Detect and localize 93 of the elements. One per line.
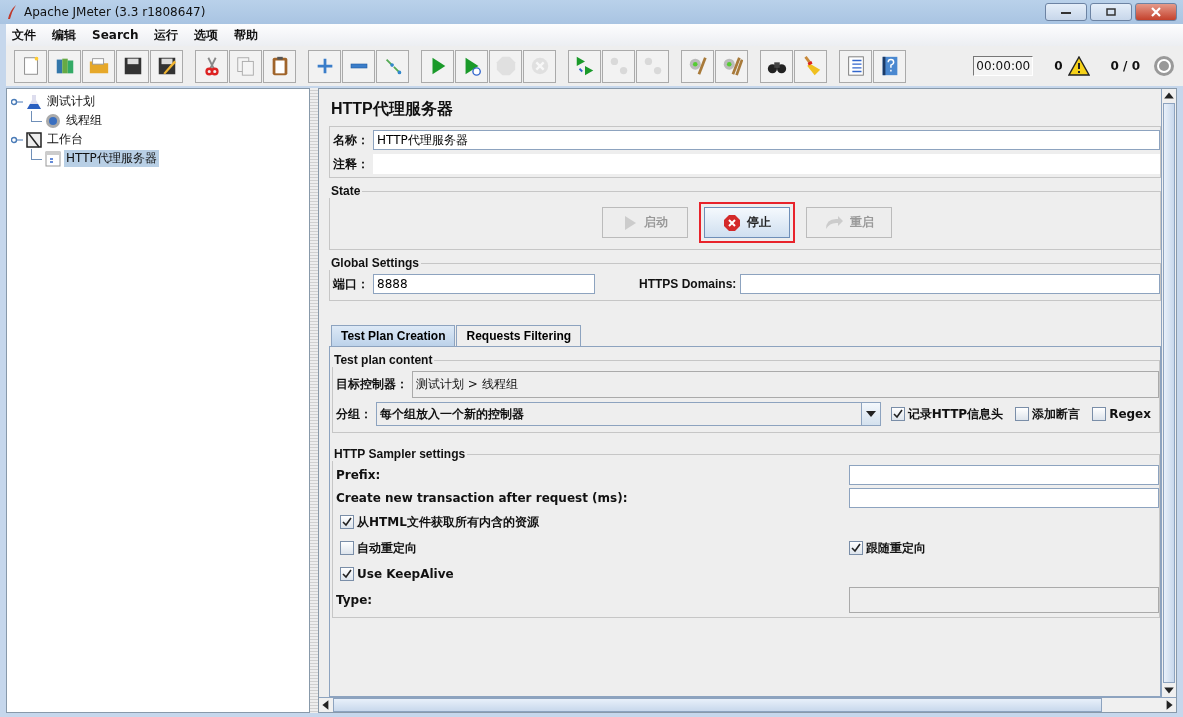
checkbox[interactable] (340, 515, 354, 529)
menu-item[interactable]: 选项 (193, 26, 220, 44)
checkbox-label: 跟随重定向 (866, 539, 926, 557)
vertical-scrollbar[interactable] (1161, 89, 1176, 697)
checkbox-label: Use KeepAlive (357, 567, 454, 581)
group-legend: HTTP Sampler settings (332, 447, 468, 461)
menu-item[interactable]: 帮助 (233, 26, 260, 44)
type-dropdown[interactable] (849, 587, 1159, 613)
flask-icon (26, 93, 42, 110)
toolbar-plus-button[interactable] (308, 49, 341, 83)
checkbox[interactable] (340, 541, 354, 555)
toolbar-remote-play-button[interactable] (568, 49, 601, 83)
gear-icon (45, 112, 61, 129)
group-legend: Global Settings (329, 256, 421, 270)
transaction-delay-field[interactable] (849, 487, 1159, 508)
target-controller-field[interactable]: 测试计划 > 线程组 (412, 371, 1159, 398)
checkbox-label: 从HTML文件获取所有内含的资源 (357, 513, 539, 531)
menu-item[interactable]: 文件 (11, 26, 37, 44)
elapsed-time-display: 00:00:00 (973, 56, 1034, 76)
checkbox[interactable] (340, 567, 354, 581)
toolbar-gear-broom-button[interactable] (681, 49, 714, 83)
checkbox-label: 记录HTTP信息头 (907, 405, 1004, 423)
toolbar-play-button[interactable] (421, 49, 454, 83)
toolbar-books-button[interactable] (48, 49, 81, 83)
port-field[interactable]: 8888 (373, 274, 595, 294)
document-icon (45, 150, 61, 167)
menu-item[interactable]: Search (91, 28, 140, 42)
tab[interactable]: Requests Filtering (456, 325, 582, 346)
feather-icon (6, 4, 18, 20)
checkbox[interactable] (849, 541, 863, 555)
toolbar-gear-brooms-button[interactable] (715, 49, 748, 83)
checkbox-label: 添加断言 (1032, 405, 1081, 423)
warning-count: 0 (1054, 59, 1063, 73)
toolbar-copy-button[interactable] (229, 49, 262, 83)
toolbar-minus-button[interactable] (342, 49, 375, 83)
toolbar-play-timer-button[interactable] (455, 49, 488, 83)
stop-button[interactable]: 停止 (703, 207, 790, 238)
thread-count: 0 / 0 (1110, 59, 1140, 73)
maximize-button[interactable] (1090, 3, 1132, 21)
prefix-field[interactable] (849, 464, 1159, 485)
field-label: Type: (336, 593, 373, 607)
https-domains-field[interactable] (740, 274, 1160, 294)
easel-icon (26, 131, 42, 148)
name-field[interactable]: HTTP代理服务器 (373, 130, 1160, 150)
field-label: HTTPS Domains: (639, 277, 737, 291)
toolbar-help-book-button[interactable] (873, 49, 906, 83)
toolbar-scissors-button[interactable] (195, 49, 228, 83)
field-label: 端口： (333, 275, 369, 293)
copy-icon (234, 55, 257, 77)
status-indicator-icon (1153, 55, 1175, 77)
grouping-dropdown[interactable]: 每个组放入一个新的控制器 (376, 402, 881, 426)
minus-icon (349, 63, 368, 69)
toolbar-pencil-disk-button[interactable] (150, 49, 183, 83)
minimize-button[interactable] (1045, 3, 1087, 21)
field-label: 名称： (333, 131, 369, 149)
tree-item[interactable]: 测试计划 (45, 93, 97, 110)
field-label: 目标控制器： (336, 376, 408, 393)
horizontal-scrollbar[interactable] (319, 697, 1176, 712)
tree-item[interactable]: 工作台 (45, 131, 85, 148)
field-label: Prefix: (336, 467, 381, 482)
checkbox[interactable] (1015, 407, 1030, 421)
checkbox-label: 自动重定向 (357, 539, 417, 557)
close-icon (1149, 7, 1163, 17)
menu-item[interactable]: 运行 (153, 26, 180, 44)
window-title: Apache JMeter (3.3 r1808647) (24, 5, 206, 19)
comment-field[interactable] (373, 154, 1160, 174)
toolbar-document-button[interactable] (14, 49, 47, 83)
group-legend: State (329, 184, 363, 198)
toolbar-floppy-disk-button[interactable] (116, 49, 149, 83)
tree-expander-icon[interactable] (11, 134, 23, 145)
checkbox[interactable] (890, 407, 905, 421)
warning-icon (1067, 56, 1090, 76)
toolbar-pins-button[interactable] (376, 49, 409, 83)
toolbar-clipboard-button[interactable] (263, 49, 296, 83)
tree-item[interactable]: 线程组 (64, 112, 104, 129)
checkbox-label: Regex (1109, 407, 1151, 421)
splitter-handle[interactable] (310, 88, 318, 713)
tree-expander-icon[interactable] (11, 96, 23, 107)
stop-icon (722, 213, 741, 232)
panel-title: HTTP代理服务器 (331, 99, 454, 119)
menu-item[interactable]: 编辑 (51, 26, 77, 44)
group-legend: Test plan content (332, 353, 435, 367)
tree-item[interactable]: HTTP代理服务器 (64, 150, 159, 167)
field-label: 分组： (336, 405, 372, 423)
toolbar-binoculars-button[interactable] (760, 49, 793, 83)
caret-icon (865, 411, 876, 417)
field-label: Create new transaction after request (ms): (336, 490, 628, 505)
curved-arrow-icon (823, 214, 844, 231)
tab[interactable]: Test Plan Creation (331, 325, 456, 346)
close-button[interactable] (1135, 3, 1177, 21)
maximize-icon (1104, 8, 1118, 16)
checkbox[interactable] (1092, 407, 1107, 421)
field-label: 注释： (333, 155, 369, 173)
